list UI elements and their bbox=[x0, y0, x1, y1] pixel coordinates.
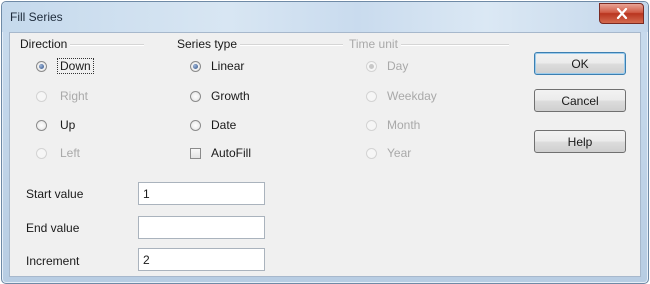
time-year-label: Year bbox=[387, 146, 412, 160]
time-unit-group-title: Time unit bbox=[349, 37, 401, 51]
close-button[interactable] bbox=[599, 3, 644, 24]
direction-group-title: Direction bbox=[20, 37, 71, 51]
direction-down-option[interactable]: Down bbox=[36, 58, 94, 74]
increment-input[interactable] bbox=[138, 248, 265, 271]
time-year-radio bbox=[366, 147, 377, 159]
start-value-input[interactable] bbox=[138, 182, 265, 205]
series-autofill-option[interactable]: AutoFill bbox=[190, 145, 251, 161]
title-bar[interactable]: Fill Series bbox=[2, 2, 648, 32]
series-date-label: Date bbox=[211, 118, 237, 132]
direction-left-label: Left bbox=[60, 146, 81, 160]
series-date-option[interactable]: Date bbox=[190, 117, 236, 133]
direction-up-label: Up bbox=[60, 118, 76, 132]
time-weekday-label: Weekday bbox=[387, 89, 437, 103]
end-value-label: End value bbox=[26, 221, 80, 235]
series-date-radio[interactable] bbox=[190, 119, 201, 131]
direction-left-option: Left bbox=[36, 145, 80, 161]
series-linear-label: Linear bbox=[211, 59, 245, 73]
series-linear-option[interactable]: Linear bbox=[190, 58, 244, 74]
help-button[interactable]: Help bbox=[534, 130, 626, 153]
time-weekday-radio bbox=[366, 90, 377, 102]
direction-down-label: Down bbox=[57, 58, 94, 74]
series-autofill-label: AutoFill bbox=[211, 146, 252, 160]
direction-up-radio[interactable] bbox=[36, 119, 47, 131]
fill-series-dialog: Fill Series Direction Down Right Up Left… bbox=[1, 1, 649, 284]
increment-label: Increment bbox=[26, 254, 80, 268]
direction-right-radio bbox=[36, 90, 47, 102]
time-day-option: Day bbox=[366, 58, 408, 74]
ok-button[interactable]: OK bbox=[534, 52, 626, 75]
time-weekday-option: Weekday bbox=[366, 88, 437, 104]
close-x-icon bbox=[616, 8, 627, 19]
series-type-group-title: Series type bbox=[177, 37, 241, 51]
direction-right-option: Right bbox=[36, 88, 88, 104]
time-day-radio bbox=[366, 60, 377, 72]
direction-right-label: Right bbox=[60, 89, 89, 103]
series-growth-radio[interactable] bbox=[190, 90, 201, 102]
time-month-option: Month bbox=[366, 117, 420, 133]
series-growth-label: Growth bbox=[211, 89, 250, 103]
end-value-input[interactable] bbox=[138, 216, 265, 239]
time-month-radio bbox=[366, 119, 377, 131]
start-value-label: Start value bbox=[26, 187, 84, 201]
direction-down-radio[interactable] bbox=[36, 60, 47, 72]
time-day-label: Day bbox=[387, 59, 409, 73]
direction-up-option[interactable]: Up bbox=[36, 117, 75, 133]
time-month-label: Month bbox=[387, 118, 421, 132]
time-year-option: Year bbox=[366, 145, 411, 161]
series-linear-radio[interactable] bbox=[190, 60, 201, 72]
dialog-title: Fill Series bbox=[10, 10, 63, 24]
series-growth-option[interactable]: Growth bbox=[190, 88, 250, 104]
direction-left-radio bbox=[36, 147, 47, 159]
series-autofill-checkbox[interactable] bbox=[190, 147, 201, 159]
dialog-body: Direction Down Right Up Left Series type bbox=[9, 32, 641, 277]
cancel-button[interactable]: Cancel bbox=[534, 89, 626, 112]
